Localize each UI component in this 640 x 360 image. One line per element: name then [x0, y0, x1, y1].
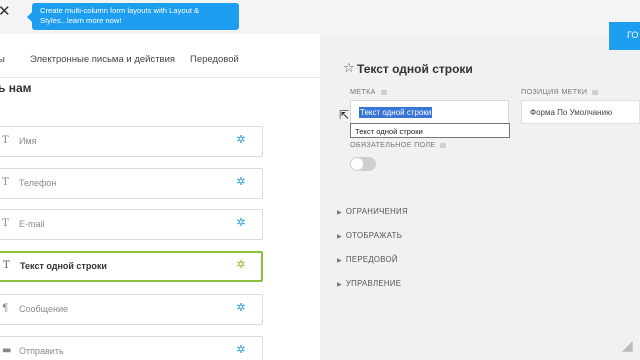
gear-icon[interactable]: ✲ — [235, 302, 247, 314]
label-caption: МЕТКА — [350, 87, 387, 96]
help-icon — [592, 89, 599, 95]
form-builder-panel: ы Электронные письма и действия Передово… — [0, 34, 320, 360]
section-restrictions[interactable]: ▶ ОГРАНИЧЕНИЯ — [337, 207, 408, 216]
required-caption: ОБЯЗАТЕЛЬНОЕ ПОЛЕ — [350, 140, 447, 149]
section-display[interactable]: ▶ ОТОБРАЖАТЬ — [337, 231, 402, 240]
button-icon: ▬ — [2, 345, 12, 356]
section-advanced[interactable]: ▶ ПЕРЕДОВОЙ — [337, 255, 398, 264]
gear-icon[interactable]: ✲ — [235, 344, 247, 356]
label-position-caption: ПОЗИЦИЯ МЕТКИ — [521, 87, 599, 96]
field-single-line-text[interactable]: T Текст одной строки ✲ — [0, 251, 263, 282]
field-label: Сообщение — [19, 304, 68, 314]
field-label: Текст одной строки — [20, 261, 107, 271]
help-icon — [380, 89, 387, 95]
gear-icon[interactable]: ✲ — [235, 176, 247, 188]
field-message[interactable]: ¶ Сообщение ✲ — [0, 294, 263, 325]
field-submit[interactable]: ▬ Отправить ✲ — [0, 336, 263, 360]
text-icon: T — [2, 177, 9, 188]
gear-icon[interactable]: ✲ — [235, 259, 247, 271]
tabs-divider — [0, 77, 320, 78]
field-name[interactable]: T Имя ✲ — [0, 126, 263, 157]
field-label: Имя — [19, 136, 37, 146]
label-position-select[interactable]: Форма По Умолчанию — [521, 100, 640, 124]
autocomplete-suggestion[interactable]: Текст одной строки — [350, 123, 510, 138]
field-email[interactable]: T E-mail ✲ — [0, 209, 263, 240]
field-label: Отправить — [19, 346, 64, 356]
caret-right-icon: ▶ — [337, 234, 342, 240]
field-phone[interactable]: T Телефон ✲ — [0, 168, 263, 199]
text-icon: T — [3, 260, 10, 271]
field-label: Телефон — [19, 178, 57, 188]
tab-emails-actions[interactable]: Электронные письма и действия — [30, 54, 175, 65]
tab-fields[interactable]: ы — [0, 54, 5, 65]
text-icon: T — [2, 218, 9, 229]
text-icon: T — [2, 135, 9, 146]
label-input[interactable]: Текст одной строки — [350, 100, 509, 124]
form-title: ь нам — [0, 81, 32, 95]
gear-icon[interactable]: ✲ — [235, 217, 247, 229]
tab-advanced[interactable]: Передовой — [190, 54, 239, 65]
caret-right-icon: ▶ — [337, 258, 342, 264]
help-icon — [440, 142, 447, 148]
paragraph-icon: ¶ — [2, 303, 9, 314]
field-label: E-mail — [19, 219, 45, 229]
required-toggle[interactable] — [350, 157, 376, 171]
top-bar: ✕ Create multi-column form layouts with … — [0, 0, 640, 34]
mouse-cursor-icon: ⇱ — [339, 108, 350, 122]
close-icon[interactable]: ✕ — [0, 2, 11, 20]
resize-handle-icon[interactable]: ◢ — [622, 337, 633, 354]
toggle-knob — [351, 158, 363, 170]
label-input-value: Текст одной строки — [359, 107, 433, 118]
promo-tooltip[interactable]: Create multi-column form layouts with La… — [27, 3, 239, 30]
gear-icon[interactable]: ✲ — [235, 134, 247, 146]
section-administration[interactable]: ▶ УПРАВЛЕНИЕ — [337, 279, 401, 288]
caret-right-icon: ▶ — [337, 210, 342, 216]
caret-right-icon: ▶ — [337, 282, 342, 288]
go-button[interactable]: ГО — [609, 22, 640, 50]
settings-title: Текст одной строки — [357, 62, 473, 76]
